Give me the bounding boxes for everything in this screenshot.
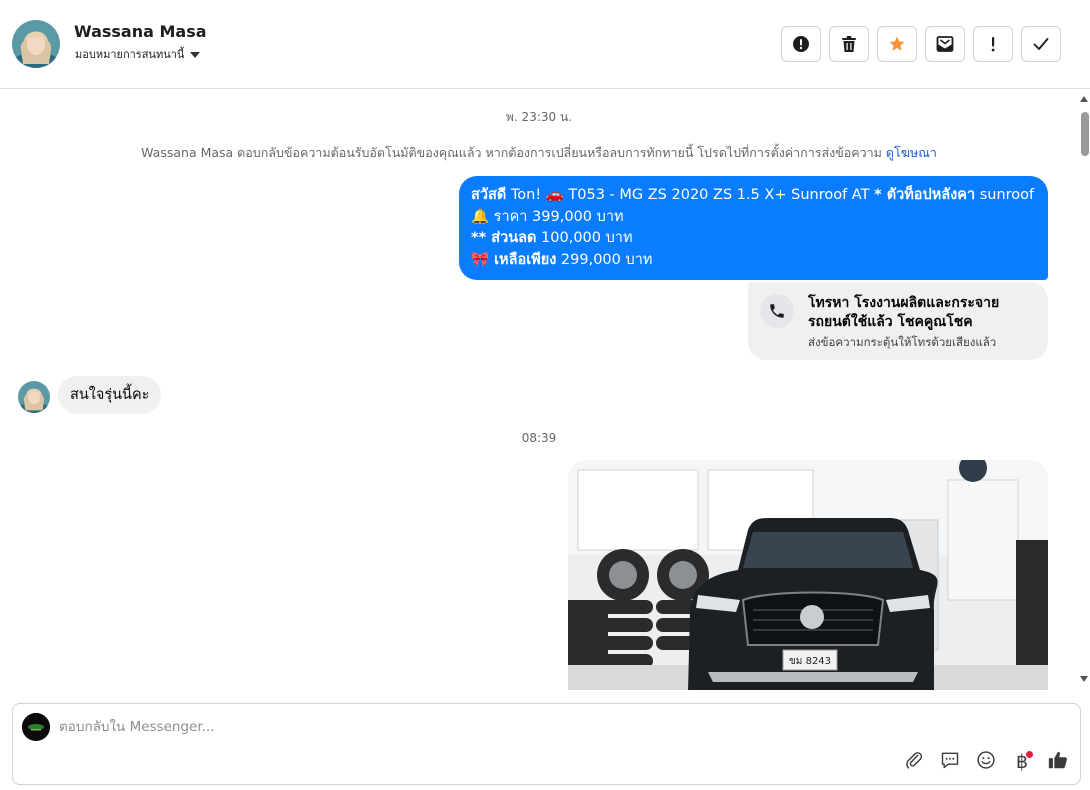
discount-line: ** ส่วนลด 100,000 บาท <box>471 228 1036 250</box>
important-button[interactable] <box>973 26 1013 62</box>
thumbs-up-icon <box>1047 749 1069 775</box>
composer-tools: ฿ <box>902 750 1070 774</box>
system-notice: Wassana Masa ตอบกลับข้อความต้อนรับอัตโนม… <box>0 143 1078 163</box>
paperclip-icon <box>904 750 924 774</box>
incoming-message[interactable]: สนใจรุ่นนี้คะ <box>58 376 162 414</box>
car-photo: ขม 8243 <box>568 460 1048 690</box>
final-price-label: 🎀 เหลือเพียง <box>471 251 557 268</box>
call-request-card[interactable]: โทรหา โรงงานผลิตและกระจายรถยนต์ใช้แล้ว โ… <box>748 282 1048 360</box>
star-icon <box>888 35 906 53</box>
page-avatar <box>22 713 50 741</box>
alert-circle-icon <box>792 35 810 53</box>
timestamp: พ. 23:30 น. <box>506 110 572 124</box>
assign-conversation-dropdown[interactable]: มอบหมายการสนทนานี้ <box>75 45 201 63</box>
conversation-header: Wassana Masa มอบหมายการสนทนานี้ <box>0 0 1090 89</box>
attach-button[interactable] <box>902 750 926 774</box>
envelope-icon <box>936 35 954 53</box>
trash-icon <box>841 35 857 53</box>
contact-avatar[interactable] <box>12 20 60 68</box>
outgoing-message[interactable]: สวัสดี Ton! 🚗 T053 - MG ZS 2020 ZS 1.5 X… <box>459 176 1048 280</box>
thread-scrollbar[interactable] <box>1078 90 1090 690</box>
final-price-line: 🎀 เหลือเพียง 299,000 บาท <box>471 250 1036 272</box>
delete-button[interactable] <box>829 26 869 62</box>
contact-name: Wassana Masa <box>74 22 207 41</box>
view-ad-link[interactable]: ดูโฆษณา <box>886 145 937 160</box>
sunroof-text: sunroof <box>975 187 1035 203</box>
message-thread[interactable]: พ. 23:30 น. Wassana Masa ตอบกลับข้อความต… <box>0 90 1078 690</box>
scrollbar-thumb[interactable] <box>1081 112 1089 156</box>
payment-button[interactable]: ฿ <box>1010 750 1034 774</box>
emoji-button[interactable] <box>974 750 998 774</box>
assign-label: มอบหมายการสนทนานี้ <box>75 48 185 61</box>
discount-value: 100,000 บาท <box>536 230 633 246</box>
exclamation-icon <box>990 36 996 52</box>
reply-input[interactable] <box>59 716 879 738</box>
discount-label: ** ส่วนลด <box>471 230 537 246</box>
mark-unread-button[interactable] <box>925 26 965 62</box>
done-button[interactable] <box>1021 26 1061 62</box>
system-notice-text: Wassana Masa ตอบกลับข้อความต้อนรับอัตโนม… <box>141 145 882 160</box>
scroll-down-icon[interactable] <box>1080 676 1088 682</box>
check-icon <box>1033 37 1049 51</box>
emoji-icon <box>976 750 996 774</box>
star-button[interactable] <box>877 26 917 62</box>
license-plate: ขม 8243 <box>789 656 831 667</box>
reply-composer: ฿ <box>12 703 1081 785</box>
header-actions <box>781 26 1061 62</box>
call-card-subtitle: ส่งข้อความกระตุ้นให้โทรด้วยเสียงแล้ว <box>808 335 997 349</box>
top-trim-text: * ตัวท็อปหลังคา <box>874 187 976 203</box>
report-button[interactable] <box>781 26 821 62</box>
model-text: Ton! 🚗 T053 - MG ZS 2020 ZS 1.5 X+ Sunro… <box>506 187 875 203</box>
price-line: 🔔 ราคา 399,000 บาท <box>471 208 624 225</box>
final-price-value: 299,000 บาท <box>556 251 653 268</box>
caret-down-icon <box>190 51 201 58</box>
timestamp: 08:39 <box>521 431 557 445</box>
car-photo-attachment[interactable]: ขม 8243 <box>568 460 1048 690</box>
contact-avatar-small[interactable] <box>18 381 50 413</box>
message-line: สวัสดี Ton! 🚗 T053 - MG ZS 2020 ZS 1.5 X… <box>471 185 1036 207</box>
saved-reply-icon <box>940 750 960 774</box>
phone-icon <box>760 294 794 328</box>
greeting-text: สวัสดี <box>471 187 507 203</box>
call-card-title: โทรหา โรงงานผลิตและกระจายรถยนต์ใช้แล้ว โ… <box>808 295 1000 330</box>
scroll-up-icon[interactable] <box>1080 96 1088 102</box>
notification-dot <box>1026 751 1033 758</box>
like-button[interactable] <box>1046 750 1070 774</box>
saved-replies-button[interactable] <box>938 750 962 774</box>
